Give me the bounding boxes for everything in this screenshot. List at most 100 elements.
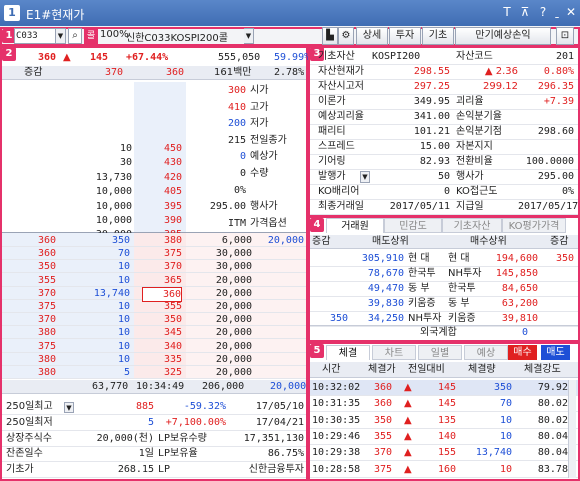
name-dropdown[interactable]: ▼: [244, 28, 254, 44]
bid-total: 206,000: [202, 381, 245, 392]
bid-qty: 20,000: [215, 327, 252, 339]
ask-price[interactable]: 450: [142, 142, 182, 156]
bid-price[interactable]: 355: [142, 300, 182, 313]
bid-price[interactable]: 365: [142, 274, 182, 287]
trade-change: 145: [437, 382, 456, 393]
summary-value-3: 신한금융투자: [248, 464, 304, 476]
broker-tab[interactable]: 기초자산: [442, 218, 502, 233]
detail-label-1: 자산시고저: [318, 81, 364, 92]
text-icon[interactable]: T: [500, 5, 514, 19]
current-price: 360: [38, 52, 57, 63]
ask-remaining: 10,000: [95, 186, 132, 198]
sell-qty: 34,250: [367, 313, 404, 324]
buy-broker[interactable]: 키움증: [448, 312, 488, 326]
buy-broker[interactable]: 현 대: [448, 252, 488, 266]
amount-percent: 2.78%: [274, 67, 305, 78]
bid-price[interactable]: 375: [142, 247, 182, 260]
minimize-icon[interactable]: ˍ: [550, 5, 564, 19]
trade-tab[interactable]: 체결: [326, 345, 370, 360]
ask-price[interactable]: 405: [142, 185, 182, 199]
ext-total: 20,000: [270, 381, 307, 392]
issue-dropdown[interactable]: ▼: [360, 171, 370, 183]
layout-icon[interactable]: ⊡: [556, 27, 574, 45]
bid-price[interactable]: 335: [142, 353, 182, 366]
maturity-pl-button[interactable]: 만기예상손익: [455, 27, 551, 45]
up-arrow-icon: ▲: [404, 463, 412, 475]
bid-qty: 20,000: [215, 314, 252, 326]
sell-broker[interactable]: 한국투: [408, 267, 446, 281]
up-arrow-icon: ▲: [404, 398, 412, 410]
bid-price[interactable]: 345: [142, 326, 182, 339]
summary-row: 250일최저 5 +7,100.00% 17/04/21: [2, 416, 306, 431]
detail-label-1: 최종거래일: [318, 201, 364, 212]
pin-icon[interactable]: ⊼: [518, 5, 532, 19]
broker-tab[interactable]: 민감도: [384, 218, 442, 233]
buy-qty: 84,650: [501, 283, 538, 294]
summary-label: 상장주식수: [6, 432, 52, 444]
bid-price[interactable]: 325: [142, 366, 182, 379]
settings-icon[interactable]: ⚙: [338, 27, 354, 45]
help-icon[interactable]: ?: [536, 5, 550, 19]
chart-icon[interactable]: ▙: [322, 27, 338, 45]
base-button[interactable]: 기초: [422, 27, 454, 45]
summary-row: 잔존일수 1일 LP보유율 86.75%: [2, 447, 306, 463]
bid-mid-qty: 10: [117, 353, 130, 365]
bid-row: 370 13,740 360 20,000: [2, 286, 306, 302]
bid-mid-qty: 350: [111, 235, 130, 246]
summary-value-2: -59.32%: [183, 401, 226, 412]
ask-price[interactable]: 420: [142, 171, 182, 185]
sell-broker[interactable]: 현 대: [408, 252, 446, 266]
buy-button[interactable]: 매수: [508, 345, 537, 360]
bid-qty: 20,000: [215, 340, 252, 352]
detail-label-2: 손익분기점: [456, 126, 502, 137]
code-dropdown[interactable]: ▼: [56, 28, 66, 44]
summary-value-2: LP보유율: [158, 448, 198, 460]
side-info-value: 295.00: [209, 201, 246, 213]
trade-tab[interactable]: 예상: [464, 345, 508, 360]
summary-dropdown[interactable]: ▼: [64, 402, 74, 413]
ask-remaining: 10,000: [95, 200, 132, 212]
trade-tab[interactable]: 일별: [418, 345, 462, 360]
trade-time: 10:32:02: [312, 382, 361, 393]
side-info-label: 가격옵션: [250, 217, 287, 229]
bid-qty: 20,000: [215, 274, 252, 286]
detail-label-1: 기초자산: [318, 51, 355, 62]
search-icon[interactable]: ⌕: [68, 28, 82, 44]
bid-price[interactable]: 370: [142, 260, 182, 273]
broker-tab[interactable]: KO평가가격: [502, 218, 566, 233]
ask-price[interactable]: 430: [142, 156, 182, 170]
sell-broker[interactable]: 동 부: [408, 282, 446, 296]
code-input[interactable]: C033: [14, 28, 56, 44]
trade-tab[interactable]: 차트: [372, 345, 416, 360]
invest-button[interactable]: 투자: [389, 27, 421, 45]
favorite-button[interactable]: 콜: [84, 28, 98, 44]
trade-change: 135: [437, 414, 456, 426]
ask-row: 10 450: [2, 142, 186, 156]
sell-broker[interactable]: NH투자: [408, 312, 446, 326]
bid-left-price: 380: [37, 367, 56, 378]
bid-price[interactable]: 350: [142, 313, 182, 326]
sell-qty: 39,830: [367, 298, 404, 309]
trade-qty: 10: [499, 463, 512, 475]
buy-broker[interactable]: NH투자: [448, 267, 488, 281]
detail-button[interactable]: 상세: [356, 27, 388, 45]
buy-broker[interactable]: 한국투: [448, 282, 488, 296]
bid-left-price: 375: [37, 340, 56, 352]
increment-a: 370: [105, 67, 124, 78]
sell-button[interactable]: 매도: [541, 345, 570, 360]
trade-scrollbar[interactable]: [568, 380, 576, 478]
broker-tab[interactable]: 거래원: [326, 218, 384, 233]
close-icon[interactable]: ✕: [564, 5, 578, 19]
summary-value-3: 86.75%: [267, 448, 304, 460]
bid-mid-qty: 10: [117, 327, 130, 339]
trade-change: 145: [437, 398, 456, 410]
bid-price[interactable]: 380: [142, 234, 182, 247]
ask-price[interactable]: 395: [142, 200, 182, 214]
detail-value-2: 100.0000: [525, 156, 574, 167]
section-badge-5: 5: [310, 344, 324, 358]
sell-broker[interactable]: 키움증: [408, 297, 446, 311]
buy-broker[interactable]: 동 부: [448, 297, 488, 311]
ask-price[interactable]: 390: [142, 214, 182, 228]
bid-price[interactable]: 340: [142, 340, 182, 353]
broker-row: 305,910 현 대현 대 194,600 350: [310, 252, 578, 267]
